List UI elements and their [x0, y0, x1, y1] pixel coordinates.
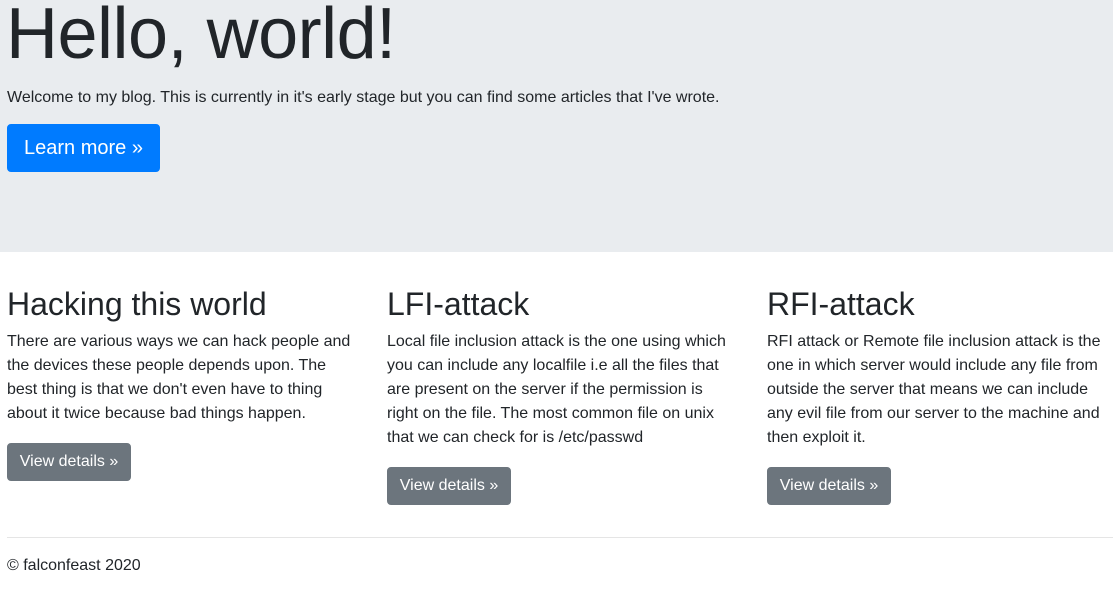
article-body: RFI attack or Remote file inclusion atta… [767, 333, 1101, 446]
article-columns: Hacking this world There are various way… [0, 252, 1113, 532]
hero-title: Hello, world! [6, 0, 396, 74]
hero-jumbotron: Hello, world! Welcome to my blog. This i… [0, 0, 1113, 252]
article-body: There are various ways we can hack peopl… [7, 333, 351, 422]
view-details-button[interactable]: View details » [7, 443, 131, 481]
article-heading: RFI-attack [767, 286, 915, 322]
view-details-button[interactable]: View details » [387, 467, 511, 505]
article-heading: Hacking this world [7, 286, 267, 322]
article-body: Local file inclusion attack is the one u… [387, 333, 726, 446]
article-heading: LFI-attack [387, 286, 530, 322]
footer-divider [7, 537, 1113, 538]
learn-more-button[interactable]: Learn more » [7, 124, 160, 172]
view-details-button[interactable]: View details » [767, 467, 891, 505]
copyright-text: © falconfeast 2020 [7, 557, 141, 574]
hero-lead: Welcome to my blog. This is currently in… [7, 89, 720, 106]
